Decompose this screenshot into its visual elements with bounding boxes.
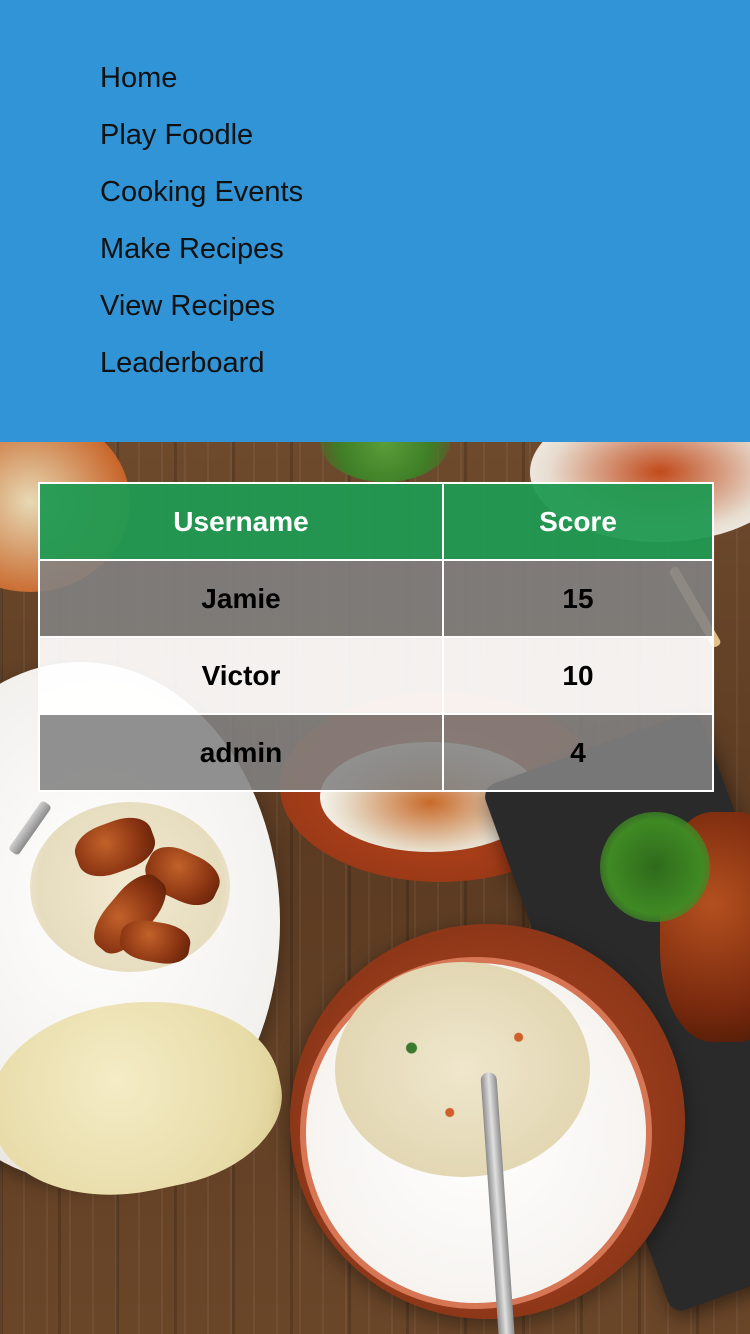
top-navigation: Home Play Foodle Cooking Events Make Rec… <box>0 0 750 442</box>
nav-link-play-foodle[interactable]: Play Foodle <box>100 107 253 164</box>
username-cell: admin <box>38 713 444 792</box>
nav-link-home[interactable]: Home <box>100 50 177 107</box>
nav-item-view-recipes: View Recipes <box>100 278 303 335</box>
username-cell: Victor <box>38 636 444 715</box>
nav-item-home: Home <box>100 50 303 107</box>
salad-bowl-image <box>320 442 450 482</box>
username-cell: Jamie <box>38 559 444 638</box>
nav-link-leaderboard[interactable]: Leaderboard <box>100 335 264 392</box>
fried-rice-image <box>335 962 590 1177</box>
parsley-image <box>600 812 710 922</box>
nav-item-make-recipes: Make Recipes <box>100 221 303 278</box>
nav-item-cooking-events: Cooking Events <box>100 164 303 221</box>
score-column-header: Score <box>442 482 714 561</box>
score-cell: 10 <box>442 636 714 715</box>
score-cell: 4 <box>442 713 714 792</box>
leaderboard-table: Username Score Jamie 15 Victor 10 admin … <box>38 482 714 792</box>
nav-link-make-recipes[interactable]: Make Recipes <box>100 221 284 278</box>
nav-item-play-foodle: Play Foodle <box>100 107 303 164</box>
nav-link-cooking-events[interactable]: Cooking Events <box>100 164 303 221</box>
nav-list: Home Play Foodle Cooking Events Make Rec… <box>100 50 303 392</box>
leaderboard-header-row: Username Score <box>38 482 714 561</box>
nav-link-view-recipes[interactable]: View Recipes <box>100 278 275 335</box>
leaderboard-row: admin 4 <box>38 713 714 792</box>
score-cell: 15 <box>442 559 714 638</box>
nav-item-leaderboard: Leaderboard <box>100 335 303 392</box>
leaderboard-row: Jamie 15 <box>38 559 714 638</box>
username-column-header: Username <box>38 482 444 561</box>
leaderboard-row: Victor 10 <box>38 636 714 715</box>
